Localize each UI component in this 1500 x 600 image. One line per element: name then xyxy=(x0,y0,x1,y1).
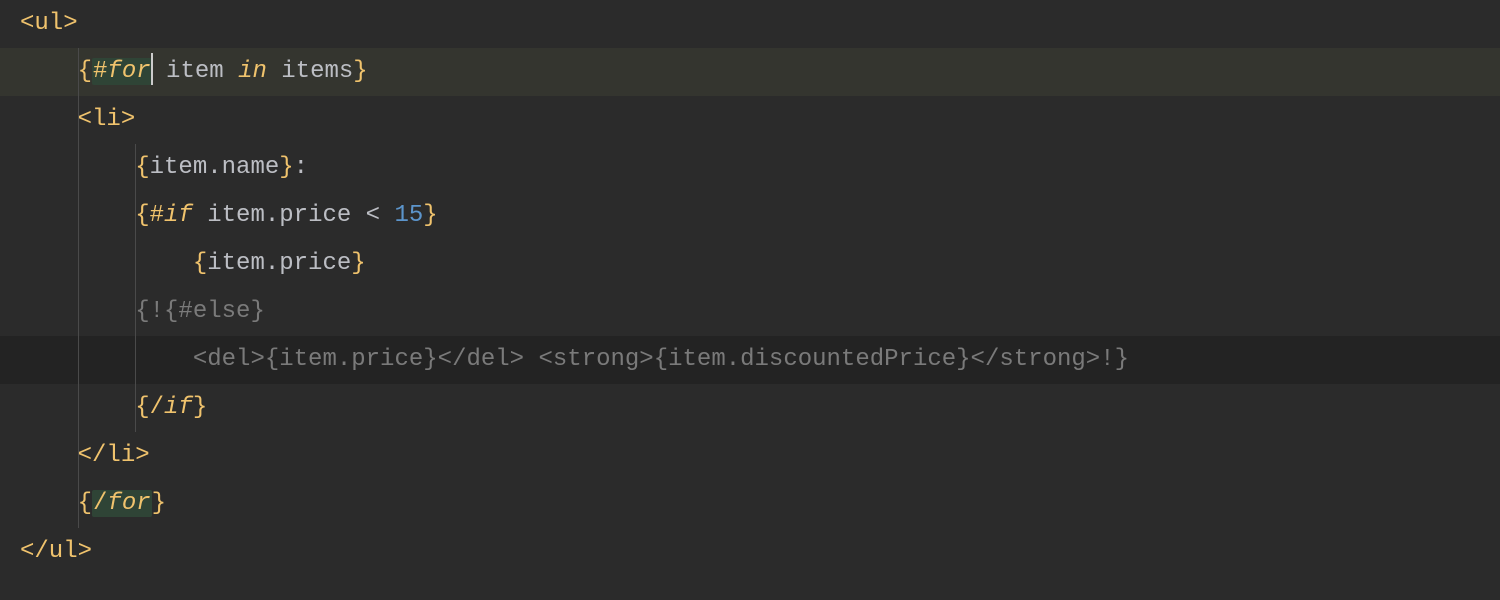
tag-li-close: </li> xyxy=(78,442,150,469)
brace: { xyxy=(135,202,149,229)
code-line[interactable]: </li> xyxy=(0,432,1500,480)
hash: # xyxy=(150,202,164,229)
code-line[interactable]: <del>{item.price}</del> <strong>{item.di… xyxy=(0,336,1500,384)
code-line[interactable]: {/if} xyxy=(0,384,1500,432)
if-keyword: if xyxy=(164,202,193,229)
expr-item-price: item.price xyxy=(207,250,351,277)
brace: } xyxy=(423,202,437,229)
in-keyword: in xyxy=(238,58,267,85)
for-keyword: for xyxy=(107,58,150,85)
brace: { xyxy=(193,250,207,277)
lt-op: < xyxy=(366,202,380,229)
brace: } xyxy=(279,154,293,181)
code-line[interactable]: <li> xyxy=(0,96,1500,144)
expr-item-name: item.name xyxy=(150,154,280,181)
tag-ul-close: </ul> xyxy=(20,538,92,565)
code-editor[interactable]: <ul>{#for item in items}<li>{item.name}:… xyxy=(0,0,1500,576)
brace: } xyxy=(152,490,166,517)
brace: { xyxy=(135,394,149,421)
number-15: 15 xyxy=(394,202,423,229)
expr-item-price: item.price xyxy=(193,202,366,229)
space xyxy=(380,202,394,229)
var-item: item xyxy=(152,58,238,85)
comment-del-strong: <del>{item.price}</del> <strong>{item.di… xyxy=(193,346,1129,373)
colon: : xyxy=(294,154,308,181)
brace: } xyxy=(351,250,365,277)
brace: { xyxy=(78,58,92,85)
var-items: items xyxy=(267,58,353,85)
code-line[interactable]: {/for} xyxy=(0,480,1500,528)
comment-else: {!{#else} xyxy=(135,298,265,325)
tag-ul-open: <ul> xyxy=(20,10,78,37)
brace: } xyxy=(193,394,207,421)
code-line[interactable]: {item.price} xyxy=(0,240,1500,288)
code-line[interactable]: </ul> xyxy=(0,528,1500,576)
brace: } xyxy=(353,58,367,85)
brace: { xyxy=(78,490,92,517)
for-keyword: for xyxy=(107,490,150,517)
code-line[interactable]: {!{#else} xyxy=(0,288,1500,336)
slash: / xyxy=(150,394,164,421)
code-line[interactable]: {item.name}: xyxy=(0,144,1500,192)
code-line[interactable]: {#if item.price < 15} xyxy=(0,192,1500,240)
code-line[interactable]: <ul> xyxy=(0,0,1500,48)
brace: { xyxy=(135,154,149,181)
slash: / xyxy=(93,490,107,517)
code-line-current[interactable]: {#for item in items} xyxy=(0,48,1500,96)
if-keyword: if xyxy=(164,394,193,421)
text-cursor xyxy=(151,53,153,85)
hash: # xyxy=(93,58,107,85)
tag-li-open: <li> xyxy=(78,106,136,133)
